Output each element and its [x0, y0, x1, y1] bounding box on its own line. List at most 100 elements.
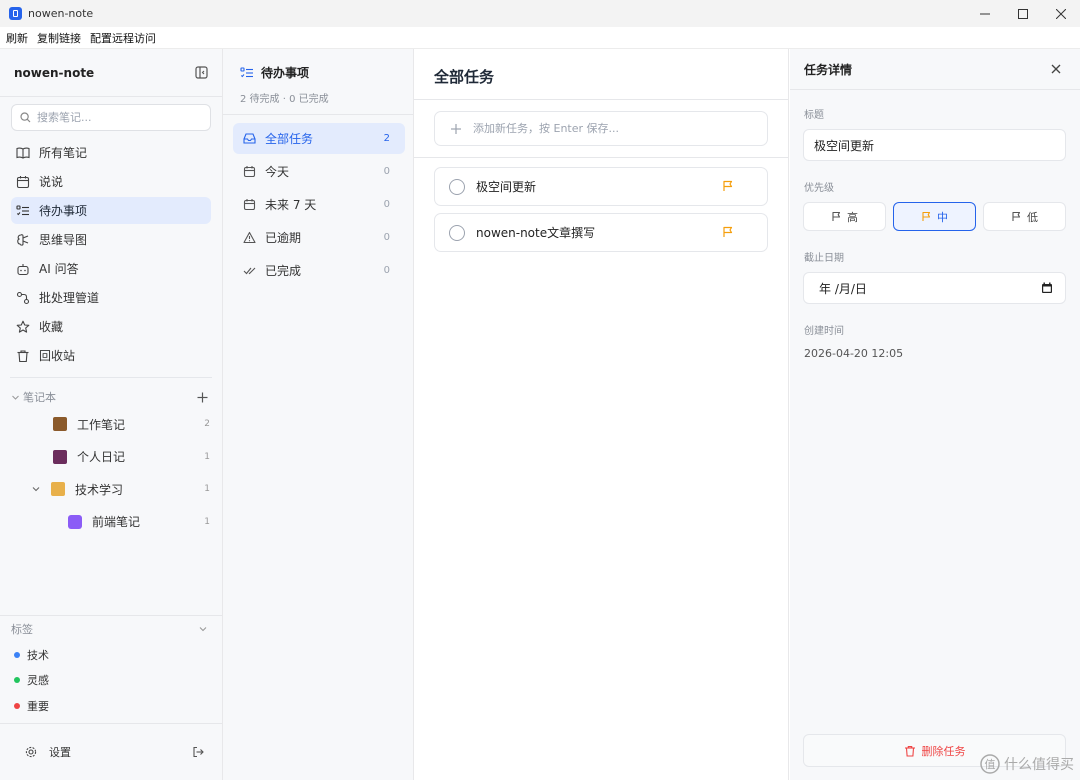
task-checkbox[interactable]: [449, 224, 465, 241]
priority-label-text: 低: [1027, 210, 1038, 224]
tag-color-dot: [14, 677, 20, 684]
priority-flag-icon: [722, 226, 734, 238]
menu-copy-link[interactable]: 复制链接: [37, 30, 81, 46]
due-date-input[interactable]: 年 /月/日: [803, 272, 1066, 304]
priority-low-button[interactable]: 低: [983, 202, 1066, 231]
mindmap-icon: [16, 233, 30, 247]
filter-count: 0: [383, 166, 390, 177]
settings-button[interactable]: 设置: [25, 744, 71, 760]
notebook-item-frontend[interactable]: 前端笔记 1: [0, 506, 222, 539]
close-icon[interactable]: [1051, 64, 1061, 74]
menu-refresh[interactable]: 刷新: [6, 30, 28, 46]
flag-icon: [831, 211, 842, 222]
todo-filter-panel: 待办事项 2 待完成 · 0 已完成 全部任务 2 今天 0 未来 7 天 0 …: [223, 49, 414, 780]
task-item[interactable]: nowen-note文章撰写: [434, 213, 768, 252]
briefcase-icon: [53, 417, 67, 432]
tag-color-dot: [14, 702, 20, 709]
add-notebook-icon[interactable]: [197, 392, 208, 403]
priority-flag-icon: [722, 180, 734, 192]
filter-today[interactable]: 今天 0: [233, 156, 405, 187]
tag-item[interactable]: 重要: [0, 693, 222, 719]
todo-summary: 2 待完成 · 0 已完成: [240, 94, 329, 105]
priority-medium-button[interactable]: 中: [893, 202, 976, 231]
bot-icon: [16, 262, 30, 276]
notebook-item-work[interactable]: 工作笔记 2: [0, 408, 222, 441]
notebook-item-diary[interactable]: 个人日记 1: [0, 441, 222, 474]
filter-label: 全部任务: [265, 132, 314, 146]
watermark: 值 什么值得买: [980, 754, 1074, 774]
notebook-count: 1: [204, 516, 210, 527]
search-input[interactable]: [37, 111, 187, 124]
minimize-button[interactable]: [966, 0, 1004, 27]
nav-pipeline[interactable]: 批处理管道: [11, 284, 211, 311]
tag-item[interactable]: 技术: [0, 642, 222, 668]
priority-label-text: 中: [937, 210, 948, 224]
filter-label: 今天: [265, 165, 290, 179]
trash-icon: [904, 745, 916, 757]
divider: [10, 377, 212, 378]
task-checkbox[interactable]: [449, 178, 465, 195]
tags-header[interactable]: 标签: [0, 616, 222, 642]
notebooks-header[interactable]: 笔记本: [0, 386, 222, 408]
due-date-label: 截止日期: [804, 253, 844, 264]
notebook-item-tech[interactable]: 技术学习 1: [0, 473, 222, 506]
nav-moments[interactable]: 说说: [11, 168, 211, 195]
brand-name: nowen-note: [14, 65, 95, 80]
chevron-down-icon[interactable]: [198, 624, 208, 634]
list-todo-icon: [16, 204, 30, 218]
tag-label: 技术: [27, 648, 49, 662]
nav-label: AI 问答: [39, 262, 79, 276]
title-field[interactable]: 极空间更新: [803, 129, 1066, 161]
detail-title: 任务详情: [804, 62, 853, 77]
chevron-down-icon[interactable]: [31, 484, 41, 494]
filter-count: 2: [383, 133, 390, 144]
priority-label-text: 高: [847, 210, 858, 224]
filter-all-tasks[interactable]: 全部任务 2: [233, 123, 405, 154]
notebook-label: 技术学习: [75, 482, 124, 497]
nav-ai-chat[interactable]: AI 问答: [11, 255, 211, 282]
main-nav: 所有笔记 说说 待办事项 思维导图 AI 问答 批处理管道 收藏 回收站: [0, 139, 222, 369]
nav-mindmap[interactable]: 思维导图: [11, 226, 211, 253]
task-list-title: 全部任务: [414, 49, 788, 100]
nav-label: 待办事项: [39, 204, 88, 218]
nav-todo[interactable]: 待办事项: [11, 197, 211, 224]
gear-icon: [25, 746, 37, 758]
todo-title: 待办事项: [261, 66, 310, 80]
trash-icon: [16, 349, 30, 363]
filter-overdue[interactable]: 已逾期 0: [233, 222, 405, 253]
search-box[interactable]: [11, 104, 211, 131]
nav-favorites[interactable]: 收藏: [11, 313, 211, 340]
add-task-input[interactable]: [473, 122, 753, 135]
notebook-count: 1: [204, 484, 210, 495]
divider: [414, 157, 788, 158]
filter-count: 0: [383, 232, 390, 243]
detail-header: 任务详情: [790, 49, 1080, 90]
priority-selector: 高 中 低: [803, 202, 1066, 231]
tags-label: 标签: [11, 623, 33, 636]
add-task-box[interactable]: [434, 111, 768, 146]
book-open-icon: [16, 146, 30, 160]
nav-trash[interactable]: 回收站: [11, 342, 211, 369]
notebook-label: 前端笔记: [92, 515, 141, 530]
flag-icon: [1011, 211, 1022, 222]
priority-high-button[interactable]: 高: [803, 202, 886, 231]
maximize-button[interactable]: [1004, 0, 1042, 27]
tag-item[interactable]: 灵感: [0, 668, 222, 694]
task-item[interactable]: 极空间更新: [434, 167, 768, 206]
calendar-range-icon: [243, 198, 256, 211]
filter-label: 未来 7 天: [265, 198, 317, 212]
inbox-icon: [243, 132, 256, 145]
filter-next-7-days[interactable]: 未来 7 天 0: [233, 189, 405, 220]
collapse-sidebar-icon[interactable]: [195, 66, 208, 79]
logout-icon[interactable]: [192, 746, 204, 758]
calendar-picker-icon[interactable]: [1041, 282, 1053, 294]
menu-remote-access[interactable]: 配置远程访问: [90, 30, 156, 46]
svg-text:值: 值: [985, 758, 996, 771]
settings-label: 设置: [49, 746, 71, 759]
close-window-button[interactable]: [1042, 0, 1080, 27]
atom-icon: [68, 514, 82, 529]
tag-label: 重要: [27, 699, 49, 713]
tag-label: 灵感: [27, 674, 49, 688]
filter-completed[interactable]: 已完成 0: [233, 255, 405, 286]
nav-all-notes[interactable]: 所有笔记: [11, 139, 211, 166]
